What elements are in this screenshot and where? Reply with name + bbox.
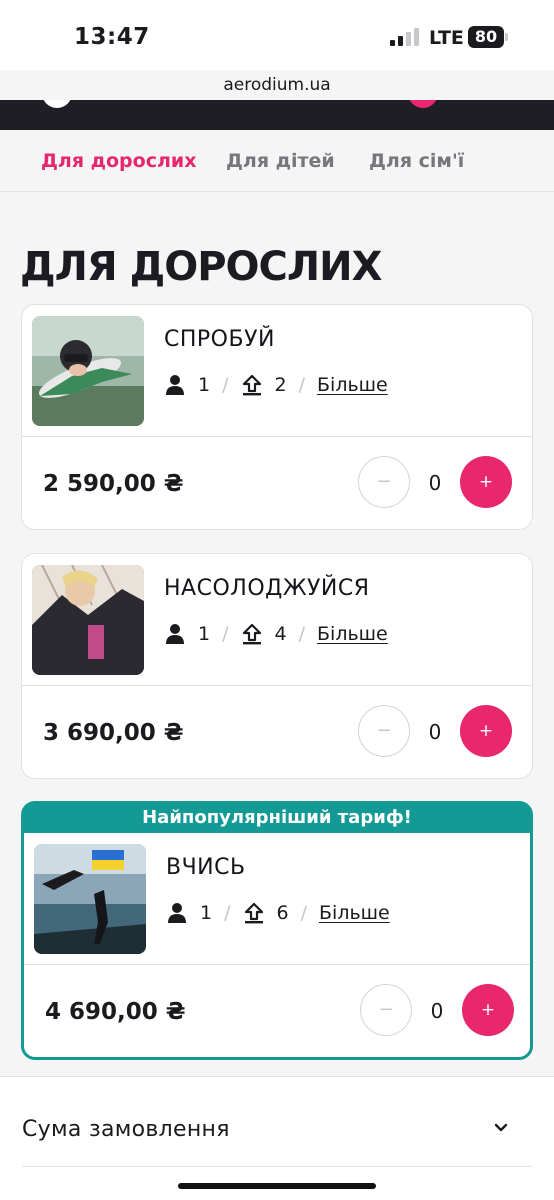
flights-count: 2 [274,374,287,396]
separator: / [224,902,231,924]
card-purchase: 3 690,00 ₴ − 0 + [22,686,532,778]
decrease-button[interactable]: − [358,456,410,508]
separator: / [300,902,307,924]
menu-button[interactable] [42,100,72,108]
product-image [32,565,144,675]
increase-button[interactable]: + [460,456,512,508]
order-summary-label: Сума замовлення [22,1117,230,1142]
battery-tip [505,33,508,41]
flights-count: 6 [276,902,289,924]
person-icon [166,375,184,395]
signal-icon [390,28,420,46]
product-card: НАСОЛОДЖУЙСЯ 1 / 4 / Більше 3 690,00 ₴ −… [21,553,533,779]
product-name: СПРОБУЙ [164,327,275,352]
increase-button[interactable]: + [462,984,514,1036]
product-name: ВЧИСЬ [166,855,246,880]
flights-count: 4 [274,623,287,645]
product-image [34,844,146,954]
page-title: ДЛЯ ДОРОСЛИХ [20,244,382,290]
person-icon [168,903,186,923]
status-bar: 13:47 LTE 80 [0,0,554,70]
card-purchase: 2 590,00 ₴ − 0 + [22,437,532,529]
tab-adults[interactable]: Для дорослих [41,150,196,172]
product-card: СПРОБУЙ 1 / 2 / Більше 2 590,00 ₴ − 0 + [21,304,533,530]
product-meta: 1 / 4 / Більше [164,621,388,647]
decrease-button[interactable]: − [358,705,410,757]
product-price: 4 690,00 ₴ [45,999,186,1025]
browser-url[interactable]: aerodium.ua [0,75,554,95]
battery-icon: 80 [468,26,504,48]
status-time: 13:47 [74,24,150,50]
more-link[interactable]: Більше [317,623,388,645]
decrease-button[interactable]: − [360,984,412,1036]
category-tabs: Для дорослих Для дітей Для сім'ї [0,130,554,192]
tab-kids[interactable]: Для дітей [226,150,335,172]
quantity-value: 0 [428,720,442,744]
card-info: НАСОЛОДЖУЙСЯ 1 / 4 / Більше [22,554,532,686]
quantity-value: 0 [430,999,444,1023]
product-image [32,316,144,426]
divider [22,1166,532,1167]
product-meta: 1 / 6 / Більше [166,900,390,926]
upload-arrow-icon [242,623,261,645]
increase-button[interactable]: + [460,705,512,757]
separator: / [222,374,229,396]
card-info: ВЧИСЬ 1 / 6 / Більше [24,833,530,965]
site-header [0,100,554,130]
network-type: LTE [429,27,464,49]
upload-arrow-icon [242,374,261,396]
separator: / [298,374,305,396]
cart-button[interactable] [408,100,438,108]
people-count: 1 [200,902,213,924]
quantity-value: 0 [428,471,442,495]
product-card-popular: Найпопулярніший тариф! ВЧИСЬ 1 / 6 / Біл… [21,801,533,1060]
home-indicator [178,1183,376,1189]
product-price: 2 590,00 ₴ [43,471,184,497]
separator: / [298,623,305,645]
more-link[interactable]: Більше [317,374,388,396]
product-price: 3 690,00 ₴ [43,720,184,746]
more-link[interactable]: Більше [319,902,390,924]
order-summary[interactable]: Сума замовлення [0,1076,554,1200]
product-meta: 1 / 2 / Більше [164,372,388,398]
separator: / [222,623,229,645]
chevron-down-icon[interactable] [493,1120,509,1136]
card-purchase: 4 690,00 ₴ − 0 + [24,965,530,1057]
people-count: 1 [198,374,211,396]
people-count: 1 [198,623,211,645]
upload-arrow-icon [244,902,263,924]
card-info: СПРОБУЙ 1 / 2 / Більше [22,305,532,437]
popular-badge: Найпопулярніший тариф! [23,803,531,833]
product-name: НАСОЛОДЖУЙСЯ [164,576,370,601]
person-icon [166,624,184,644]
tab-family[interactable]: Для сім'ї [369,150,464,172]
